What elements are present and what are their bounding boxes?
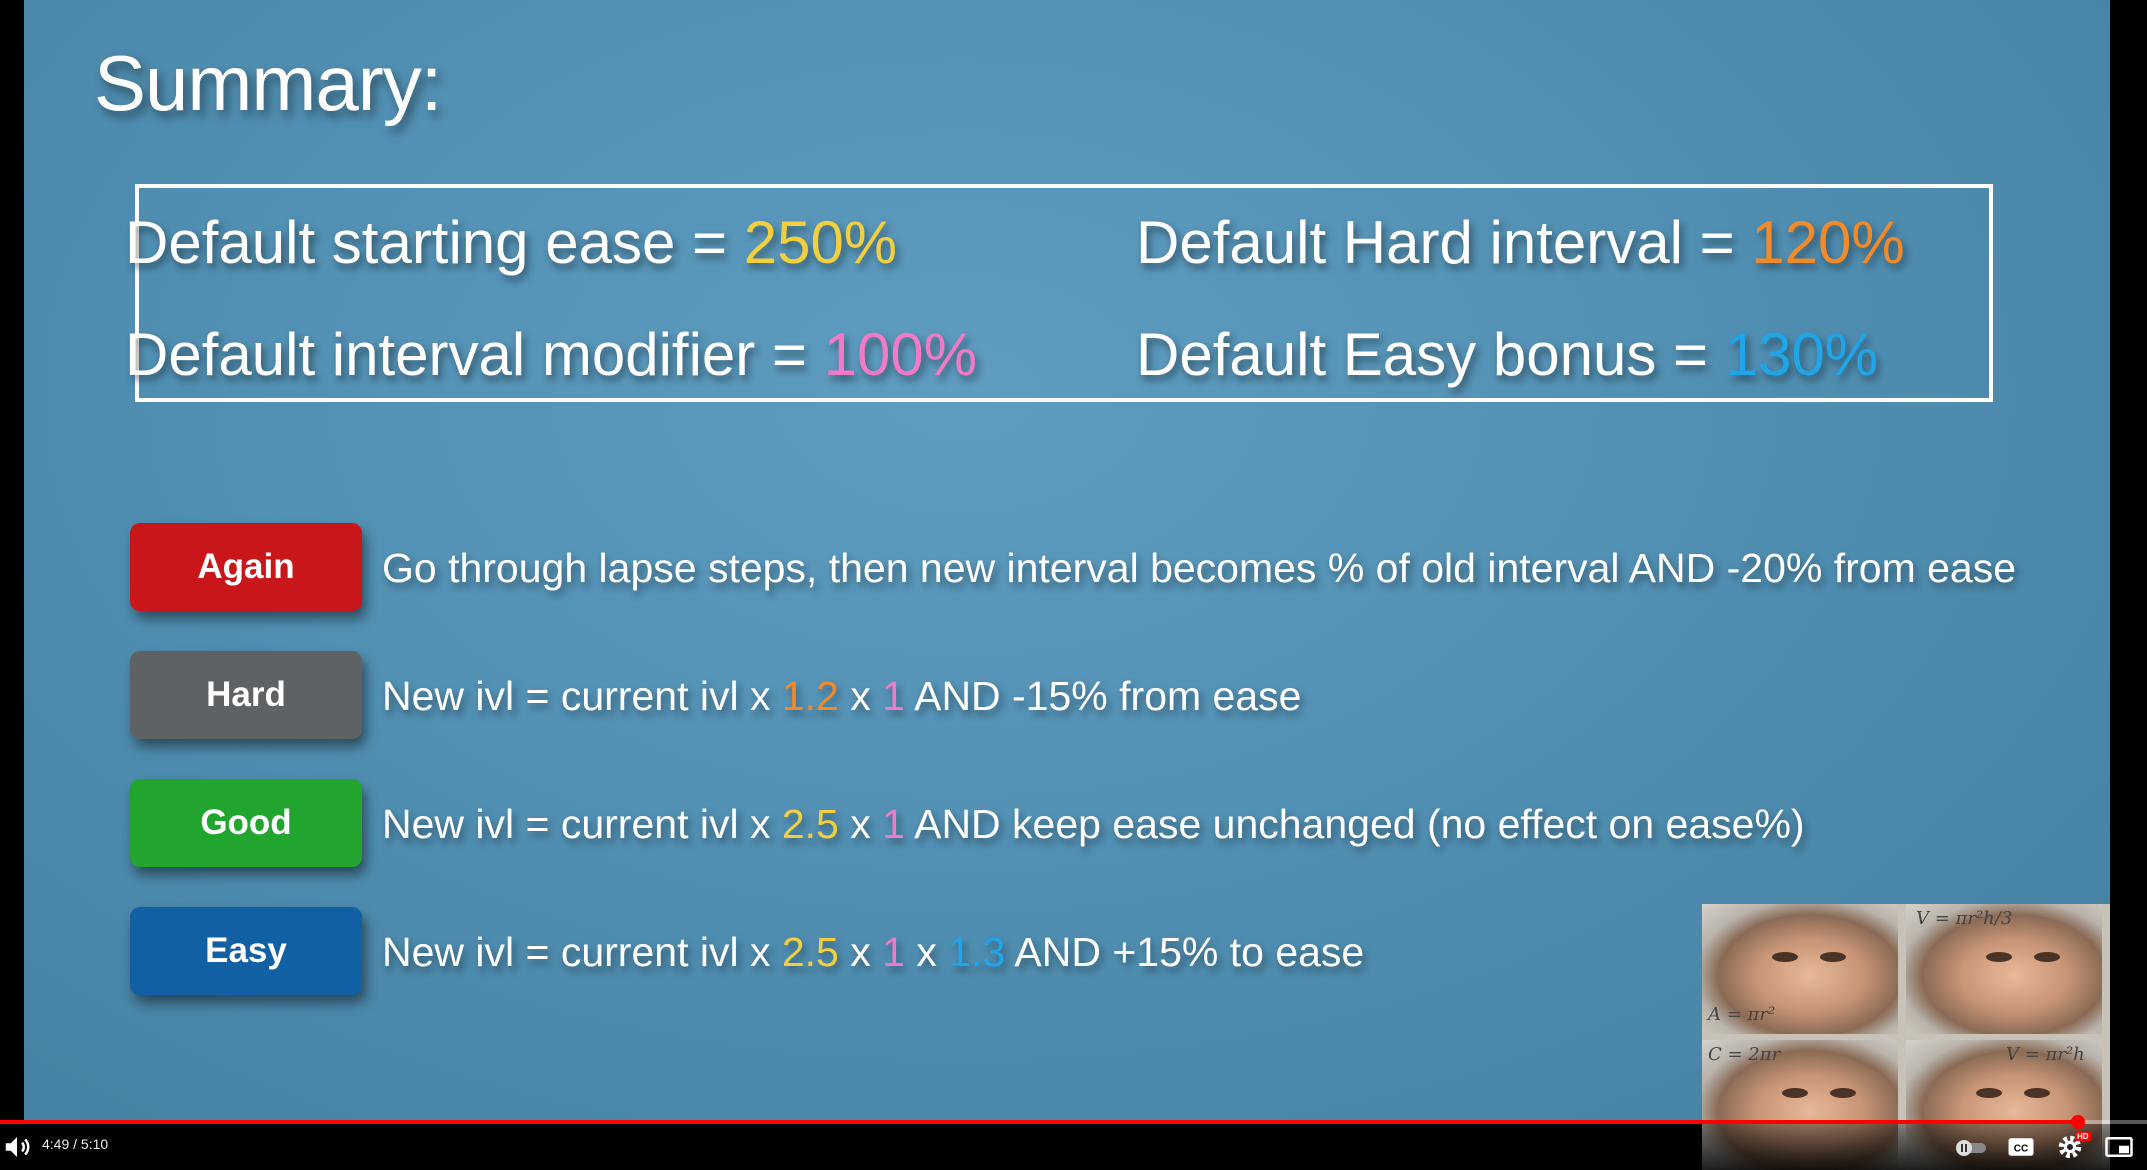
good-button-image: Good — [130, 779, 362, 867]
ease-factor: 2.5 — [781, 801, 839, 847]
video-player[interactable]: Summary: Default starting ease = 250% De… — [0, 0, 2147, 1170]
again-description: Go through lapse steps, then new interva… — [382, 545, 2017, 591]
default-label: Default interval modifier = — [125, 321, 824, 388]
progress-played — [0, 1120, 2078, 1124]
math-formula: A = πr² — [1708, 1004, 1776, 1025]
good-description: New ivl = current ivl x 2.5 x 1 AND keep… — [382, 801, 1805, 848]
hard-button-image: Hard — [130, 651, 362, 739]
desc-text: AND -15% from ease — [904, 673, 1302, 719]
autoplay-toggle-icon[interactable] — [1954, 1132, 1990, 1162]
default-starting-ease: Default starting ease = 250% — [125, 208, 897, 277]
default-label: Default Hard interval = — [1136, 209, 1752, 276]
meme-panel: A = πr² — [1702, 904, 1898, 1034]
again-button-image: Again — [130, 523, 362, 611]
miniplayer-icon[interactable] — [2104, 1132, 2134, 1162]
math-formula: V = πr²h — [2006, 1044, 2085, 1065]
desc-text: x — [838, 929, 883, 975]
default-value: 120% — [1751, 209, 1905, 276]
meme-panel: V = πr²h/3 — [1906, 904, 2102, 1034]
default-value: 130% — [1724, 321, 1879, 388]
desc-text: x — [838, 673, 883, 719]
default-value: 250% — [743, 209, 898, 276]
desc-text: AND keep ease unchanged (no effect on ea… — [904, 801, 1805, 847]
desc-text: x — [904, 929, 949, 975]
scrubber-handle[interactable] — [2070, 1115, 2085, 1129]
hd-badge: HD — [2075, 1132, 2091, 1141]
default-label: Default starting ease = — [125, 209, 744, 276]
modifier-factor: 1 — [882, 929, 905, 975]
easy-description: New ivl = current ivl x 2.5 x 1 x 1.3 AN… — [382, 929, 1364, 976]
ease-factor: 2.5 — [781, 929, 839, 975]
progress-bar[interactable] — [0, 1115, 2147, 1129]
captions-icon[interactable]: CC — [2006, 1132, 2036, 1162]
hard-factor: 1.2 — [781, 673, 839, 719]
easy-bonus-factor: 1.3 — [948, 929, 1006, 975]
slide-title: Summary: — [94, 39, 442, 127]
svg-text:CC: CC — [2014, 1143, 2028, 1154]
default-label: Default Easy bonus = — [1136, 321, 1725, 388]
hard-description: New ivl = current ivl x 1.2 x 1 AND -15%… — [382, 673, 1301, 720]
desc-text: New ivl = current ivl x — [382, 673, 782, 719]
default-interval-modifier: Default interval modifier = 100% — [125, 320, 977, 389]
desc-text: New ivl = current ivl x — [382, 929, 782, 975]
easy-button-image: Easy — [130, 907, 362, 995]
default-hard-interval: Default Hard interval = 120% — [1136, 208, 1905, 277]
math-formula: C = 2πr — [1708, 1044, 1781, 1065]
math-formula: V = πr²h/3 — [1916, 908, 2013, 929]
player-controls-bar — [0, 1124, 2147, 1170]
desc-text: New ivl = current ivl x — [382, 801, 782, 847]
time-display: 4:49 / 5:10 — [42, 1136, 109, 1152]
modifier-factor: 1 — [882, 673, 905, 719]
modifier-factor: 1 — [882, 801, 905, 847]
desc-text: x — [838, 801, 883, 847]
default-easy-bonus: Default Easy bonus = 130% — [1136, 320, 1878, 389]
desc-text: AND +15% to ease — [1005, 929, 1365, 975]
volume-icon[interactable] — [2, 1132, 32, 1162]
default-value: 100% — [823, 321, 978, 388]
